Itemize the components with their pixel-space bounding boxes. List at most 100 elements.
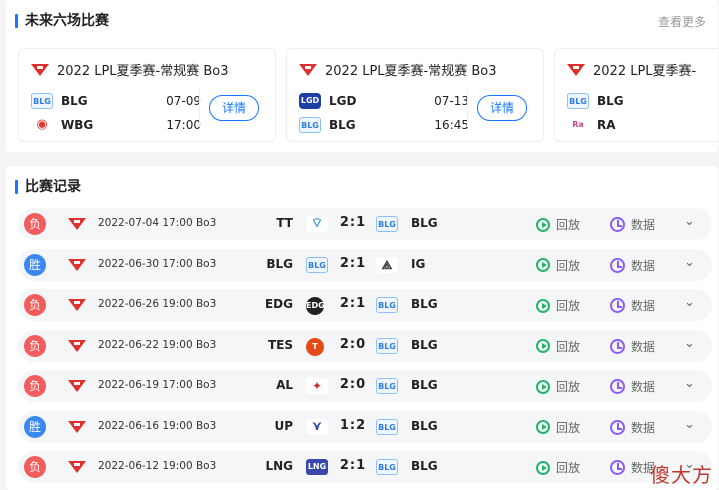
match-record-row[interactable]: 负 2022-06-26 19:00 Bo3 EDG EDG 2:1 BLG BLG 回放 数据… (18, 289, 712, 321)
match-datetime: 2022-06-22 19:00 Bo3 (98, 338, 217, 351)
replay-button[interactable]: 回放 (536, 216, 580, 233)
lpl-logo-icon (68, 380, 86, 392)
replay-label: 回放 (556, 339, 581, 354)
card-tournament: 2022 LPL夏季赛- (567, 60, 696, 79)
stats-button[interactable]: 数据 (610, 459, 655, 476)
stats-label: 数据 (631, 258, 656, 273)
replay-icon (536, 460, 550, 475)
blg-logo-icon: BLG (31, 93, 53, 109)
card-tournament-name: 2022 LPL夏季赛-常规赛 Bo3 (325, 64, 497, 79)
view-more-link[interactable]: 查看更多 (658, 13, 706, 30)
records-title: 比赛记录 (25, 179, 81, 195)
chevron-down-icon[interactable]: ⌄ (684, 336, 695, 351)
home-team-name: EDG (264, 297, 293, 311)
replay-button[interactable]: 回放 (536, 419, 580, 436)
card-divider (199, 89, 200, 127)
away-team-name: BLG (411, 378, 438, 392)
home-team-name: TT (276, 216, 293, 230)
match-record-row[interactable]: 负 2022-06-22 19:00 Bo3 TES T 2:0 BLG BLG 回放 数据 ⌄ (18, 329, 712, 362)
lpl-logo-icon (68, 339, 86, 352)
stats-button[interactable]: 数据 (610, 378, 655, 395)
replay-icon (536, 298, 550, 313)
card-tournament-name: 2022 LPL夏季赛- (593, 64, 697, 79)
section-accent-bar (15, 14, 18, 28)
blg-logo-icon: BLG (376, 337, 398, 354)
stats-label: 数据 (631, 380, 656, 394)
blg-logo-icon: BLG (376, 297, 398, 313)
lng-logo-icon: LNG (306, 459, 328, 475)
stats-icon (610, 460, 625, 475)
team-name: LGD (329, 94, 357, 108)
match-record-row[interactable]: 负 2022-07-04 17:00 Bo3 TT ⌔ 2:1 BLG BLG 回放 数据 ⌄ (18, 208, 712, 240)
match-score: 1:2 (339, 417, 367, 433)
card-team-line: RaRA1 (567, 115, 718, 135)
team-name: BLG (61, 94, 88, 108)
result-badge: 负 (24, 294, 46, 316)
replay-icon (536, 339, 550, 353)
stats-icon (610, 257, 625, 273)
up-logo-icon: ⋎ (306, 418, 328, 435)
replay-icon (536, 379, 550, 394)
result-badge: 负 (24, 213, 46, 235)
match-record-row[interactable]: 胜 2022-06-30 17:00 Bo3 BLG BLG 2:1 ⟁ IG 回放 数据 ⌄ (18, 248, 712, 281)
lpl-logo-icon (68, 461, 86, 473)
away-team-name: BLG (411, 297, 438, 311)
team-name: RA (597, 118, 616, 132)
card-team-line: BLG BLG 07-09 (31, 91, 201, 111)
match-datetime: 2022-06-30 17:00 Bo3 (98, 257, 217, 270)
match-record-row[interactable]: 负 2022-06-12 19:00 Bo3 LNG LNG 2:1 BLG BLG 回放 数据… (18, 451, 712, 483)
upcoming-match-card[interactable]: 2022 LPL夏季赛- BLGBLG0 RaRA1 (554, 48, 718, 142)
chevron-down-icon[interactable]: ⌄ (684, 417, 695, 432)
upcoming-matches-panel: 未来六场比赛 查看更多 2022 LPL夏季赛-常规赛 Bo3 BLG BLG 07-… (6, 0, 718, 152)
stats-button[interactable]: 数据 (610, 216, 655, 233)
replay-icon (536, 420, 550, 434)
replay-button[interactable]: 回放 (536, 338, 580, 355)
chevron-down-icon[interactable]: ⌄ (684, 214, 695, 229)
stats-label: 数据 (631, 299, 656, 313)
match-record-row[interactable]: 胜 2022-06-16 19:00 Bo3 UP ⋎ 1:2 BLG BLG 回放 数据 ⌄ (18, 410, 712, 443)
replay-button[interactable]: 回放 (536, 257, 580, 274)
ig-logo-icon: ⟁ (376, 256, 398, 273)
card-tournament-name: 2022 LPL夏季赛-常规赛 Bo3 (57, 64, 229, 79)
match-score: 2:0 (339, 336, 367, 352)
lpl-logo-icon (68, 258, 86, 271)
chevron-down-icon[interactable]: ⌄ (684, 376, 695, 391)
blg-logo-icon: BLG (299, 117, 321, 133)
lpl-logo-icon (68, 299, 86, 311)
stats-label: 数据 (631, 339, 656, 354)
replay-button[interactable]: 回放 (536, 378, 580, 395)
stats-icon (610, 379, 625, 394)
away-team-name: BLG (411, 216, 438, 230)
chevron-down-icon[interactable]: ⌄ (684, 295, 695, 310)
blg-logo-icon: BLG (376, 418, 398, 435)
stats-button[interactable]: 数据 (610, 257, 655, 274)
replay-button[interactable]: 回放 (536, 297, 580, 314)
stats-button[interactable]: 数据 (610, 297, 655, 314)
team-name: BLG (597, 94, 624, 108)
stats-button[interactable]: 数据 (610, 419, 655, 436)
card-team-line: BLGBLG0 (567, 91, 718, 111)
replay-icon (536, 258, 550, 272)
match-datetime: 2022-06-26 19:00 Bo3 (98, 298, 217, 310)
stats-label: 数据 (631, 420, 656, 435)
detail-button[interactable]: 详情 (209, 95, 259, 121)
replay-label: 回放 (556, 420, 581, 435)
result-badge: 胜 (24, 253, 46, 276)
match-record-row[interactable]: 负 2022-06-19 17:00 Bo3 AL ✦ 2:0 BLG BLG 回放 数据 ⌄ (18, 370, 712, 402)
stats-button[interactable]: 数据 (610, 338, 655, 355)
match-datetime: 2022-07-04 17:00 Bo3 (98, 217, 217, 229)
replay-label: 回放 (556, 299, 581, 313)
match-score: 2:1 (339, 215, 367, 230)
upcoming-match-card[interactable]: 2022 LPL夏季赛-常规赛 Bo3 LGD LGD 07-13 BLG BLG 16:4… (286, 48, 544, 142)
card-tournament: 2022 LPL夏季赛-常规赛 Bo3 (31, 60, 229, 79)
replay-button[interactable]: 回放 (536, 459, 580, 476)
chevron-down-icon[interactable]: ⌄ (684, 255, 695, 270)
card-team-line: LGD LGD 07-13 (299, 91, 469, 111)
replay-icon (536, 217, 550, 232)
upcoming-match-card[interactable]: 2022 LPL夏季赛-常规赛 Bo3 BLG BLG 07-09 ◉ WBG 17:00 详… (18, 48, 276, 142)
detail-button[interactable]: 详情 (477, 95, 527, 121)
match-records-panel: 比赛记录 负 2022-07-04 17:00 Bo3 TT ⌔ 2:1 BLG BLG 回放… (6, 166, 718, 490)
match-score: 2:1 (339, 296, 367, 311)
lpl-logo-icon (68, 420, 86, 433)
home-team-name: TES (267, 337, 293, 352)
